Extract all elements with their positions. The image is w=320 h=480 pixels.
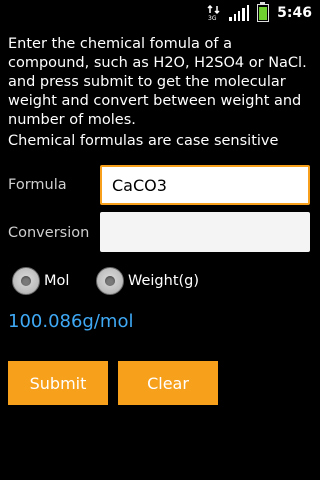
instructions-text: Enter the chemical fomula of a compound,… (8, 36, 307, 128)
clock: 5:46 (277, 4, 312, 21)
battery-icon (257, 1, 270, 22)
conversion-label: Conversion (8, 225, 90, 241)
radio-mol[interactable]: Mol (12, 264, 69, 298)
svg-text:3G: 3G (208, 15, 217, 21)
case-sensitive-note: Chemical formulas are case sensitive (8, 133, 279, 149)
radio-button-icon[interactable] (96, 267, 124, 295)
radio-weight[interactable]: Weight(g) (96, 264, 199, 298)
signal-icon (229, 4, 250, 21)
submit-button[interactable]: Submit (8, 361, 108, 405)
clear-button[interactable]: Clear (118, 361, 218, 405)
status-bar: 3G 5:46 (0, 0, 320, 25)
radio-button-icon[interactable] (12, 267, 40, 295)
formula-input[interactable]: CaCO3 (100, 165, 310, 205)
conversion-input[interactable] (100, 212, 310, 252)
radio-mol-label: Mol (44, 273, 70, 289)
data-3g-icon: 3G (207, 4, 221, 22)
radio-weight-label: Weight(g) (128, 273, 200, 289)
formula-label: Formula (8, 177, 67, 193)
result-text: 100.086g/mol (8, 311, 134, 332)
status-icons: 3G 5:46 (207, 1, 312, 22)
